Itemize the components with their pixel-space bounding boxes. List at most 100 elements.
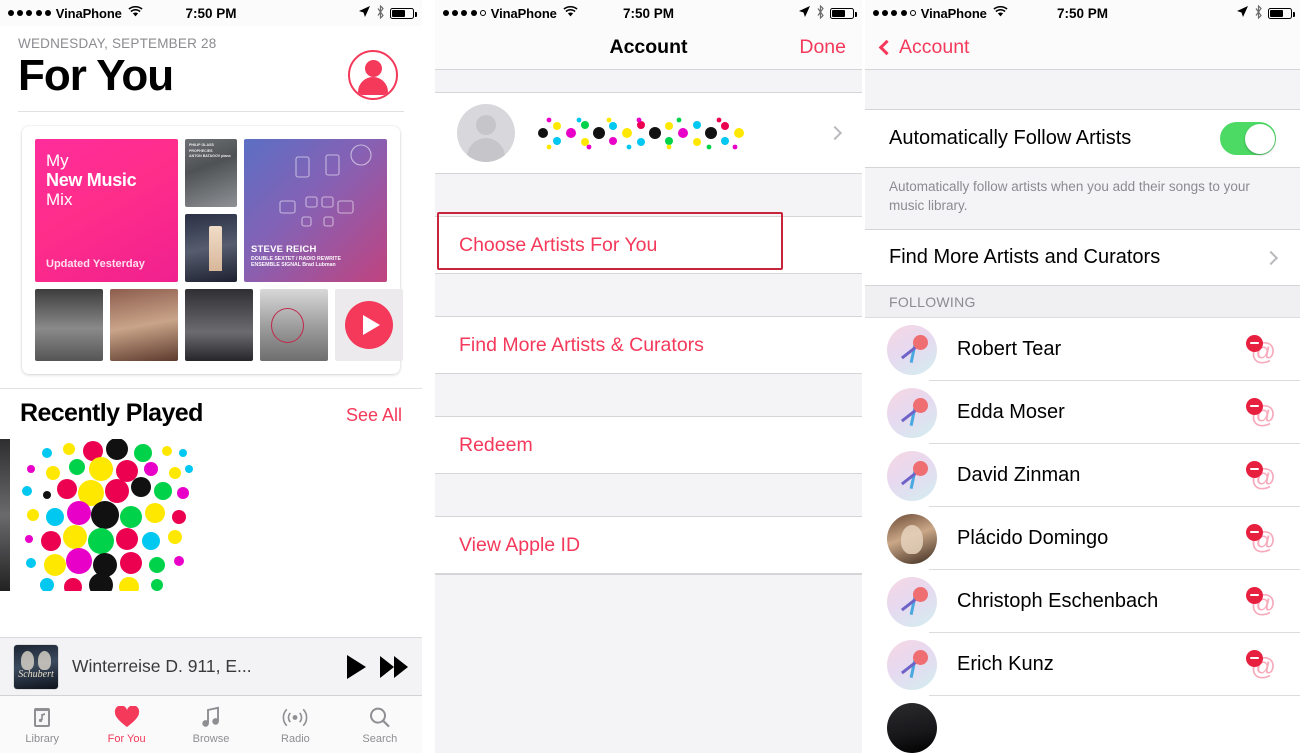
account-profile-row[interactable] [435, 92, 862, 174]
three-panel-screenshot: VinaPhone 7:50 PM WEDNESDAY, SEPTEMBER 2… [0, 0, 1300, 753]
unfollow-icon[interactable]: @ [1242, 460, 1276, 491]
following-navbar: Account [865, 26, 1300, 70]
artist-row[interactable]: Robert Tear @ [865, 318, 1300, 382]
mix-line-3: Mix [46, 190, 73, 210]
chevron-left-icon [878, 39, 895, 56]
tab-library[interactable]: Library [0, 705, 84, 745]
microphone-icon [887, 639, 937, 690]
new-music-mix-card-wrap: My New Music Mix Updated Yesterday PHILI… [0, 112, 422, 375]
signal-strength-dots [8, 10, 51, 16]
artist-name: Robert Tear [957, 338, 1062, 361]
wifi-icon [993, 5, 1008, 21]
find-more-artists-row[interactable]: Find More Artists and Curators [865, 230, 1300, 287]
bluetooth-icon [1254, 4, 1263, 22]
play-icon[interactable] [347, 654, 366, 679]
menu-item-choose-artists[interactable]: Choose Artists For You [435, 216, 862, 274]
tab-search[interactable]: Search [338, 705, 422, 745]
music-note-icon [200, 705, 222, 730]
recently-played-item-dots[interactable] [17, 439, 197, 592]
artist-row[interactable]: Edda Moser @ [865, 381, 1300, 445]
tab-search-label: Search [362, 732, 398, 745]
tab-bar: Library For You Browse Radio Search [0, 695, 422, 753]
unfollow-icon[interactable]: @ [1242, 397, 1276, 428]
status-bar-left: VinaPhone [873, 6, 1008, 21]
recently-played-header: Recently Played See All [0, 399, 422, 428]
artist-name: David Zinman [957, 464, 1081, 487]
album-tile-gershwin[interactable] [185, 214, 237, 283]
mosaic-middle-column: PHILIP GLASS PROPHECIES ANTON BATAGOV pi… [185, 139, 237, 283]
artist-row-partial[interactable] [865, 696, 1300, 753]
menu-item-redeem[interactable]: Redeem [435, 416, 862, 474]
unfollow-icon[interactable]: @ [1242, 523, 1276, 554]
artist-name: Christoph Eschenbach [957, 590, 1159, 613]
tab-browse-label: Browse [192, 732, 230, 745]
tab-library-label: Library [25, 732, 60, 745]
album-tile-steve-reich[interactable]: STEVE REICH DOUBLE SEXTET / RADIO REWRIT… [244, 139, 387, 283]
mix-line-1: My [46, 151, 69, 171]
carrier-label: VinaPhone [920, 5, 987, 21]
panel-for-you: VinaPhone 7:50 PM WEDNESDAY, SEPTEMBER 2… [0, 0, 422, 753]
mix-line-2: New Music [46, 170, 137, 191]
reich-artist: STEVE REICH [251, 244, 317, 256]
microphone-icon [887, 324, 937, 375]
artist-name: Plácido Domingo [957, 527, 1109, 550]
tab-radio[interactable]: Radio [253, 705, 337, 745]
artist-row[interactable]: Plácido Domingo @ [865, 507, 1300, 571]
album-tile-man-suit[interactable] [185, 289, 253, 362]
gray-spacer-top [435, 70, 862, 92]
unfollow-icon[interactable]: @ [1242, 649, 1276, 680]
recently-played-row[interactable] [0, 439, 422, 592]
album-tile-portrait-bw[interactable] [35, 289, 103, 362]
reich-text-block: STEVE REICH DOUBLE SEXTET / RADIO REWRIT… [251, 244, 341, 268]
back-button-label: Account [899, 36, 970, 58]
artist-row[interactable]: Christoph Eschenbach @ [865, 570, 1300, 634]
auto-follow-toggle[interactable] [1220, 122, 1276, 155]
status-bar-panel1: VinaPhone 7:50 PM [0, 0, 422, 26]
done-button[interactable]: Done [799, 36, 846, 59]
panel-following: VinaPhone 7:50 PM Account Automatically … [865, 0, 1300, 753]
menu-item-find-more-artists[interactable]: Find More Artists & Curators [435, 316, 862, 374]
album-tile-philip-glass[interactable]: PHILIP GLASS PROPHECIES ANTON BATAGOV pi… [185, 139, 237, 208]
album-tile-hands-piano[interactable] [110, 289, 178, 362]
unfollow-icon[interactable]: @ [1242, 586, 1276, 617]
play-button-icon [345, 301, 393, 350]
location-arrow-icon [358, 5, 371, 21]
mix-updated-label: Updated Yesterday [46, 258, 145, 271]
fast-forward-icon[interactable] [380, 655, 408, 678]
nav-title: Account [609, 36, 688, 58]
back-button[interactable]: Account [878, 36, 970, 59]
gray-spacer-4 [435, 474, 862, 516]
recently-played-item-partial[interactable] [0, 439, 10, 592]
page-title: For You [18, 51, 174, 100]
artist-row[interactable]: David Zinman @ [865, 444, 1300, 508]
library-icon [31, 705, 53, 730]
gray-spacer-1 [435, 174, 862, 216]
new-music-mix-tile[interactable]: My New Music Mix Updated Yesterday [35, 139, 178, 283]
artist-row[interactable]: Erich Kunz @ [865, 633, 1300, 697]
panel-account: VinaPhone 7:50 PM Account Done Choose Ar… [435, 0, 862, 753]
gray-spacer-2 [435, 274, 862, 316]
heart-icon [114, 705, 140, 730]
auto-follow-artists-row[interactable]: Automatically Follow Artists [865, 110, 1300, 168]
now-playing-album-art[interactable]: Schubert [14, 644, 58, 689]
mix-play-button[interactable] [335, 289, 403, 362]
status-bar-right [1236, 4, 1295, 22]
artist-photo-avatar [887, 702, 937, 753]
location-arrow-icon [798, 5, 811, 21]
menu-item-label: Find More Artists & Curators [459, 333, 704, 356]
unfollow-icon[interactable]: @ [1242, 334, 1276, 365]
new-music-mix-card[interactable]: My New Music Mix Updated Yesterday PHILI… [22, 126, 403, 375]
tab-for-you[interactable]: For You [84, 705, 168, 745]
chevron-right-icon [1263, 250, 1279, 265]
menu-item-view-apple-id[interactable]: View Apple ID [435, 516, 862, 574]
menu-item-label: View Apple ID [459, 533, 581, 556]
profile-name-redacted [535, 116, 830, 150]
now-playing-bar[interactable]: Schubert Winterreise D. 911, E... [0, 637, 422, 695]
wifi-icon [128, 5, 143, 21]
album-tile-cellist[interactable] [260, 289, 328, 362]
tab-browse[interactable]: Browse [169, 705, 253, 745]
account-avatar-icon[interactable] [348, 50, 398, 100]
see-all-link[interactable]: See All [346, 405, 402, 426]
bluetooth-icon [816, 4, 825, 22]
signal-strength-dots [443, 10, 486, 16]
